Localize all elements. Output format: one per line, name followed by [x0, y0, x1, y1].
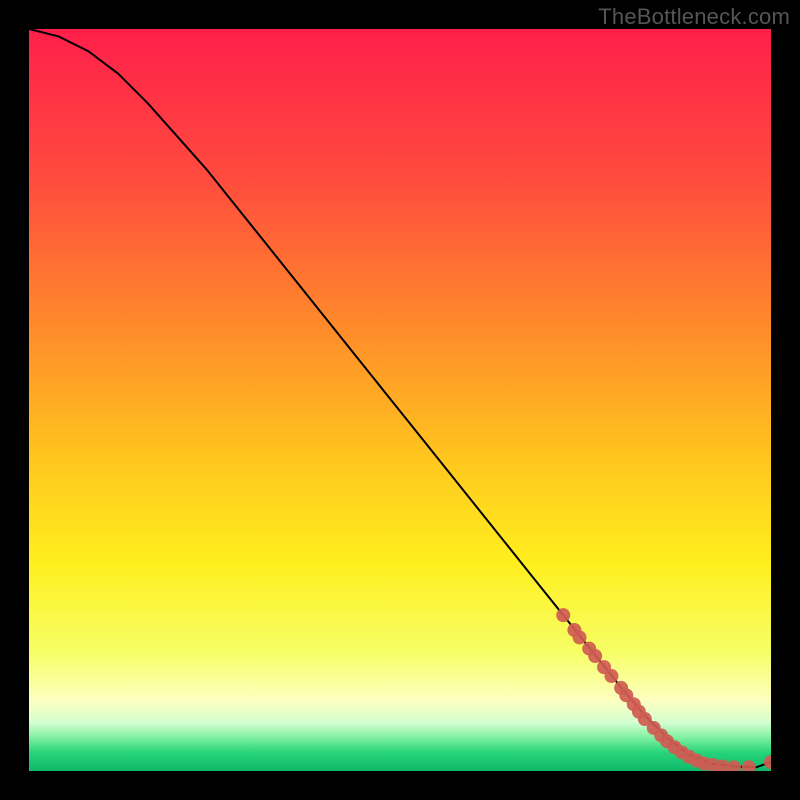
bottleneck-chart-svg — [29, 29, 771, 771]
highlighted-point — [573, 630, 587, 644]
chart-frame: TheBottleneck.com — [0, 0, 800, 800]
highlighted-point — [588, 649, 602, 663]
watermark-text: TheBottleneck.com — [598, 4, 790, 30]
highlighted-point — [604, 669, 618, 683]
highlighted-point — [556, 608, 570, 622]
plot-area — [29, 29, 771, 771]
gradient-background — [29, 29, 771, 771]
